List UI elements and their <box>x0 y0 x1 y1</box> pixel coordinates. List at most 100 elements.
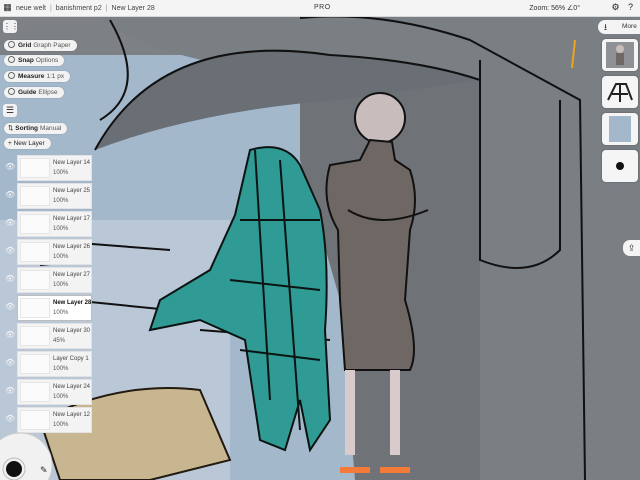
toggle-icon <box>8 41 15 48</box>
layer-name: New Layer 28 <box>53 300 92 306</box>
color-swatch[interactable] <box>6 461 22 477</box>
layer-opacity: 45% <box>53 338 66 344</box>
measure-label: Measure <box>18 73 45 80</box>
eye-icon[interactable]: 👁 <box>5 303 15 311</box>
layer-opacity: 100% <box>53 282 69 288</box>
layer-item[interactable]: 👁 New Layer 24 100% <box>0 379 94 405</box>
eye-icon[interactable]: 👁 <box>5 331 15 339</box>
layer-opacity: 100% <box>53 310 69 316</box>
drawing-canvas[interactable] <box>0 0 640 480</box>
eye-icon[interactable]: 👁 <box>5 387 15 395</box>
measure-value: 1:1 px <box>46 73 65 80</box>
new-layer-label: New Layer <box>13 140 45 147</box>
layer-item[interactable]: 👁 New Layer 27 100% <box>0 267 94 293</box>
layer-opacity: 100% <box>53 198 69 204</box>
layer-item-selected[interactable]: 👁 New Layer 28 100% <box>0 295 94 321</box>
layers-menu-button[interactable]: ☰ <box>3 104 17 117</box>
layer-thumbnail <box>20 298 50 318</box>
more-button[interactable]: ⭳ More <box>598 20 640 34</box>
layer-name: New Layer 30 <box>53 328 91 334</box>
layer-name: New Layer 14 <box>53 160 91 166</box>
breadcrumb-separator: | <box>105 4 108 12</box>
layer-opacity: 100% <box>53 422 69 428</box>
download-icon: ⭳ <box>604 22 608 32</box>
eye-icon[interactable]: 👁 <box>5 247 15 255</box>
layer-name: New Layer 17 <box>53 216 91 222</box>
layer-opacity: 100% <box>53 170 69 176</box>
toggle-icon <box>8 72 15 79</box>
grid-value: Graph Paper <box>33 42 71 49</box>
guide-value: Ellipse <box>38 89 58 96</box>
eye-icon[interactable]: 👁 <box>5 219 15 227</box>
sorting-value: Manual <box>40 125 62 132</box>
layer-thumbnail <box>20 214 50 234</box>
eye-icon[interactable]: 👁 <box>5 359 15 367</box>
breadcrumb-separator: | <box>49 4 52 12</box>
eye-icon[interactable]: 👁 <box>5 275 15 283</box>
sorting-option[interactable]: ⇅ Sorting Manual <box>4 123 68 134</box>
layer-thumbnail <box>20 382 50 402</box>
breadcrumb-item[interactable]: neue welt <box>16 5 46 12</box>
layer-item[interactable]: 👁 Layer Copy 1 100% <box>0 351 94 377</box>
snap-label: Snap <box>18 57 34 64</box>
layer-item[interactable]: 👁 New Layer 25 100% <box>0 183 94 209</box>
guide-option[interactable]: Guide Ellipse <box>4 87 64 98</box>
color-preview-thumbnail[interactable] <box>602 113 638 145</box>
app-grid-icon[interactable]: ▦ <box>2 2 13 13</box>
brush-icon[interactable]: ✎ <box>40 466 48 476</box>
help-icon[interactable]: ? <box>625 2 636 13</box>
eye-icon[interactable]: 👁 <box>5 163 15 171</box>
layer-thumbnail <box>20 186 50 206</box>
grid-icon: ⋮⋮ <box>3 22 19 31</box>
record-icon <box>616 162 624 170</box>
breadcrumb-item[interactable]: New Layer 28 <box>112 5 155 12</box>
layer-name: New Layer 12 <box>53 412 91 418</box>
layer-name: New Layer 26 <box>53 244 91 250</box>
layer-name: New Layer 27 <box>53 272 91 278</box>
brush-wheel[interactable]: ✎ <box>0 425 54 480</box>
layer-item[interactable]: 👁 New Layer 17 100% <box>0 211 94 237</box>
woman-head <box>354 92 406 144</box>
layer-item[interactable]: 👁 New Layer 14 100% <box>0 155 94 181</box>
eye-icon[interactable]: 👁 <box>5 191 15 199</box>
grid-label: Grid <box>18 42 32 49</box>
layer-opacity: 100% <box>53 226 69 232</box>
breadcrumb-item[interactable]: banishment p2 <box>56 5 102 12</box>
layer-item[interactable]: 👁 New Layer 26 100% <box>0 239 94 265</box>
layer-name: New Layer 24 <box>53 384 91 390</box>
zoom-readout[interactable]: Zoom: 56% ∠0° <box>529 4 580 12</box>
snap-option[interactable]: Snap Options <box>4 55 65 66</box>
new-layer-button[interactable]: + New Layer <box>4 138 51 149</box>
layer-thumbnail <box>20 270 50 290</box>
eye-icon[interactable]: 👁 <box>5 415 15 423</box>
hamburger-icon: ☰ <box>5 105 15 115</box>
grid-menu-button[interactable]: ⋮⋮ <box>3 20 19 33</box>
brush-preset-thumbnail[interactable] <box>602 76 638 108</box>
layers-panel: 👁 New Layer 14 100% 👁 New Layer 25 100% 👁 New… <box>0 153 94 433</box>
layer-opacity: 100% <box>53 254 69 260</box>
layer-opacity: 100% <box>53 366 69 372</box>
guide-label: Guide <box>18 89 37 96</box>
share-icon: ⇪ <box>627 243 636 253</box>
share-button[interactable]: ⇪ <box>623 240 640 256</box>
preview-thumbnail[interactable] <box>602 39 638 71</box>
toggle-icon <box>8 56 15 63</box>
layer-thumbnail <box>20 354 50 374</box>
layer-name: New Layer 25 <box>53 188 91 194</box>
layer-thumbnail <box>20 158 50 178</box>
layer-thumbnail <box>20 242 50 262</box>
measure-option[interactable]: Measure 1:1 px <box>4 71 71 82</box>
layer-opacity: 100% <box>53 394 69 400</box>
layer-item[interactable]: 👁 New Layer 30 45% <box>0 323 94 349</box>
snap-value: Options <box>35 57 59 64</box>
layer-name: Layer Copy 1 <box>53 356 89 362</box>
record-button[interactable] <box>602 150 638 182</box>
grid-option[interactable]: Grid Graph Paper <box>4 40 77 51</box>
more-label: More <box>622 23 637 30</box>
pro-label: PRO <box>314 4 331 11</box>
settings-icon[interactable]: ⚙ <box>610 2 621 13</box>
toggle-icon <box>8 88 15 95</box>
layer-thumbnail <box>20 326 50 346</box>
sorting-label: Sorting <box>15 125 39 132</box>
top-bar: ▦ neue welt | banishment p2 | New Layer … <box>0 0 640 17</box>
